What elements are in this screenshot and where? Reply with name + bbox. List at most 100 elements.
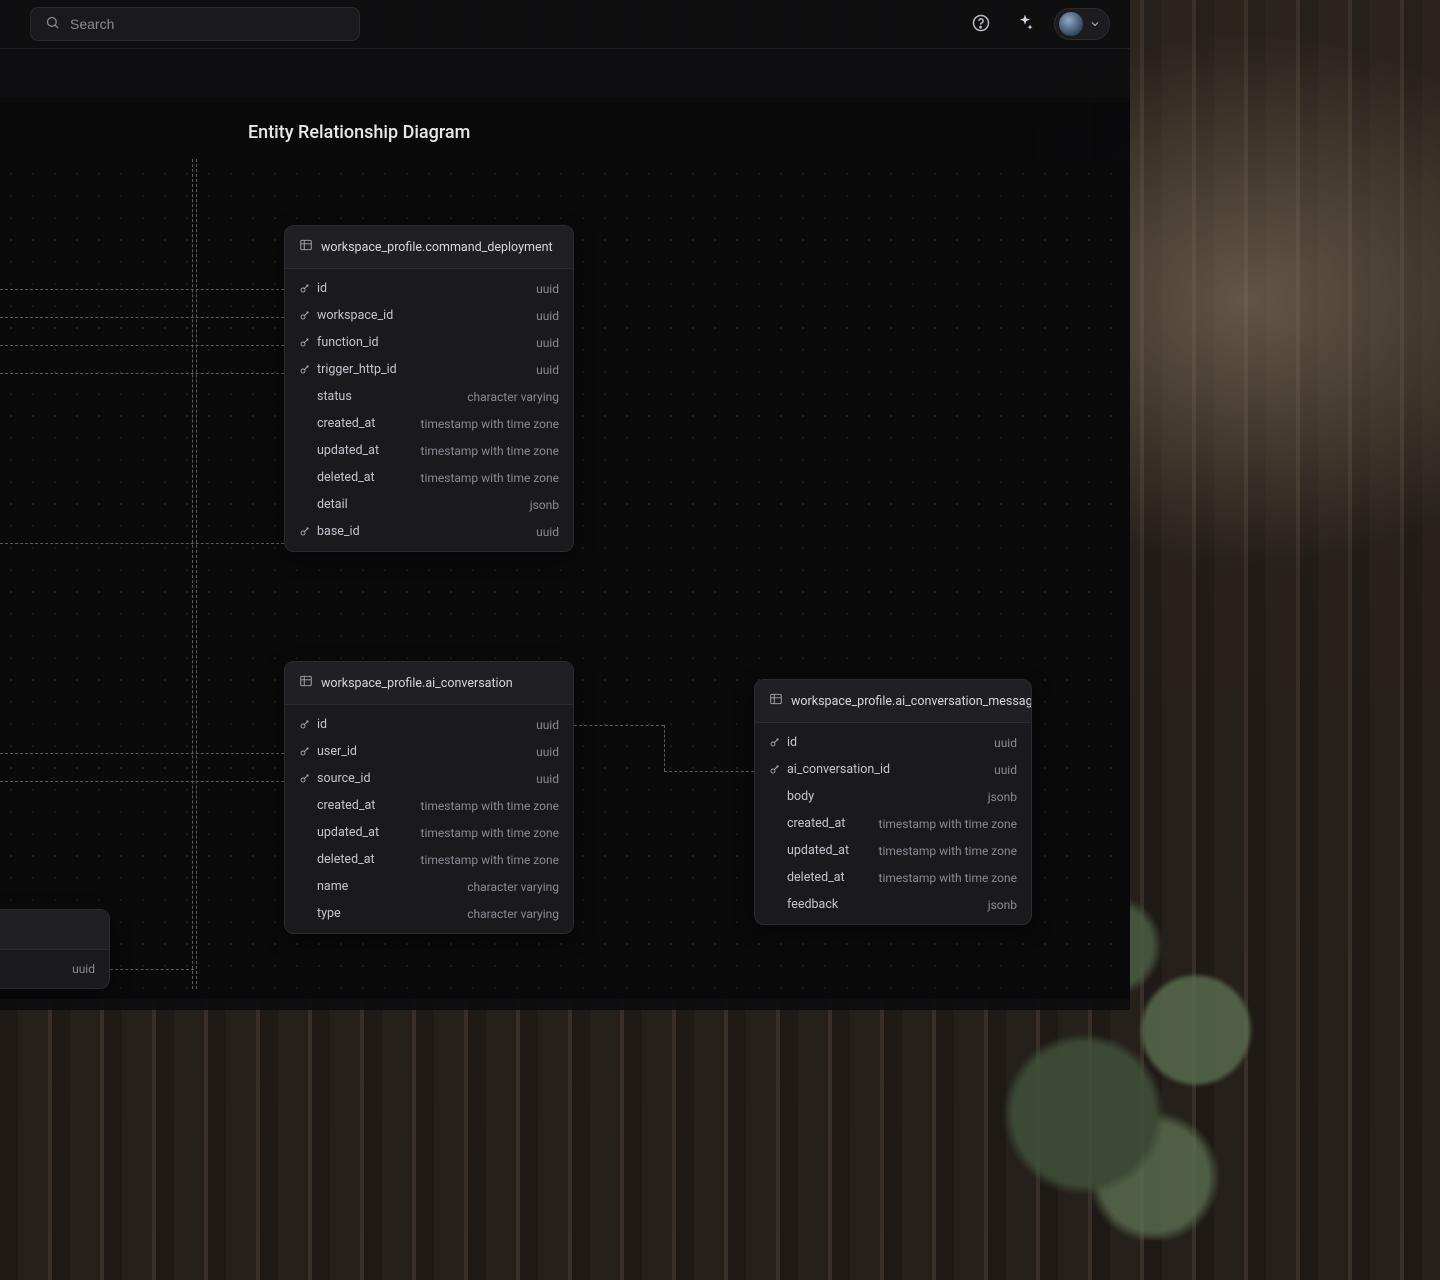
- appbar: [0, 0, 1130, 48]
- column-type: timestamp with time zone: [421, 444, 559, 458]
- column-name: function_id: [317, 335, 379, 350]
- key-icon: [299, 283, 317, 295]
- table-row: user_iduuid: [285, 738, 573, 765]
- relation-line: [0, 373, 284, 374]
- column-type: uuid: [536, 282, 559, 296]
- column-type: timestamp with time zone: [879, 844, 1017, 858]
- column-name: created_at: [787, 816, 845, 831]
- relation-guide-vertical-2: [196, 159, 197, 989]
- column-type: uuid: [536, 772, 559, 786]
- table-row: deleted_at timestamp with time zone: [755, 864, 1031, 891]
- entity-ai-conversation[interactable]: workspace_profile.ai_conversation iduuid…: [284, 661, 574, 934]
- entity-ai-conversation-message[interactable]: workspace_profile.ai_conversation_messag…: [754, 679, 1032, 925]
- column-type: character varying: [467, 880, 559, 894]
- column-type: uuid: [536, 309, 559, 323]
- table-row: feedback jsonb: [755, 891, 1031, 918]
- key-icon: [299, 310, 317, 322]
- column-type: uuid: [72, 962, 95, 976]
- account-menu[interactable]: [1054, 8, 1110, 40]
- table-row: body jsonb: [755, 783, 1031, 810]
- column-type: jsonb: [988, 790, 1017, 804]
- help-button[interactable]: [966, 9, 996, 39]
- column-type: jsonb: [988, 898, 1017, 912]
- column-name: updated_at: [317, 443, 379, 458]
- table-row: base_id uuid: [285, 518, 573, 545]
- table-row: deleted_attimestamp with time zone: [285, 464, 573, 491]
- table-row: created_at timestamp with time zone: [755, 810, 1031, 837]
- column-name: status: [317, 389, 352, 404]
- table-icon: [769, 692, 783, 710]
- column-name: user_id: [317, 744, 357, 759]
- ai-sparkle-button[interactable]: [1010, 9, 1040, 39]
- erd-canvas-wrap: workspace_profile.command_deployment id u…: [0, 159, 1130, 999]
- entity-header: workspace_profile.ai_conversation: [285, 662, 573, 705]
- column-name: ai_conversation_id: [787, 762, 890, 777]
- column-type: uuid: [994, 763, 1017, 777]
- table-row: id uuid: [285, 275, 573, 302]
- column-name: id: [317, 281, 327, 296]
- key-icon: [769, 764, 787, 776]
- table-row: uuid: [0, 956, 109, 982]
- search-input[interactable]: [70, 16, 345, 32]
- relation-line: [0, 753, 284, 754]
- column-name: source_id: [317, 771, 371, 786]
- search-input-wrap[interactable]: [30, 7, 360, 41]
- table-row: updated_attimestamp with time zone: [285, 819, 573, 846]
- column-type: timestamp with time zone: [879, 871, 1017, 885]
- relation-guide-vertical: [192, 159, 193, 989]
- table-icon: [299, 238, 313, 256]
- key-icon: [299, 746, 317, 758]
- column-type: timestamp with time zone: [421, 417, 559, 431]
- search-icon: [45, 15, 60, 34]
- column-name: feedback: [787, 897, 838, 912]
- key-icon: [299, 526, 317, 538]
- table-row: iduuid: [755, 729, 1031, 756]
- column-name: body: [787, 789, 814, 804]
- relation-line: [574, 725, 664, 726]
- column-name: created_at: [317, 416, 375, 431]
- table-row: iduuid: [285, 711, 573, 738]
- app-window: Entity Relationship Diagram: [0, 0, 1130, 1010]
- column-type: uuid: [536, 525, 559, 539]
- table-row: workspace_iduuid: [285, 302, 573, 329]
- column-type: timestamp with time zone: [879, 817, 1017, 831]
- chevron-down-icon: [1089, 15, 1101, 34]
- entity-name: workspace_profile.command_deployment: [321, 240, 553, 255]
- entity-name: workspace_profile.ai_conversation: [321, 676, 513, 691]
- avatar: [1059, 12, 1083, 36]
- table-row: source_id uuid: [285, 765, 573, 792]
- entity-partial-node[interactable]: _node uuid: [0, 909, 110, 989]
- column-type: uuid: [536, 336, 559, 350]
- column-type: timestamp with time zone: [421, 826, 559, 840]
- relation-line: [100, 969, 194, 970]
- entity-name: workspace_profile.ai_conversation_messag…: [791, 694, 1032, 709]
- page-title: Entity Relationship Diagram: [0, 98, 1130, 159]
- relation-line: [0, 317, 284, 318]
- relation-line: [0, 345, 284, 346]
- column-name: deleted_at: [317, 852, 375, 867]
- column-type: timestamp with time zone: [421, 853, 559, 867]
- entity-columns: uuid: [0, 950, 109, 988]
- entity-columns: iduuidworkspace_iduuidfunction_iduuidtri…: [285, 269, 573, 551]
- column-name: deleted_at: [787, 870, 845, 885]
- entity-command-deployment[interactable]: workspace_profile.command_deployment id u…: [284, 225, 574, 552]
- key-icon: [299, 337, 317, 349]
- column-name: deleted_at: [317, 470, 375, 485]
- secondary-bar: [0, 48, 1130, 98]
- entity-columns: iduuid ai_conversation_id uuid body jsonb cre…: [755, 723, 1031, 924]
- column-name: updated_at: [787, 843, 849, 858]
- column-name: id: [787, 735, 797, 750]
- column-name: created_at: [317, 798, 375, 813]
- column-name: name: [317, 879, 348, 894]
- table-row: typecharacter varying: [285, 900, 573, 927]
- entity-header: workspace_profile.ai_conversation_messag…: [755, 680, 1031, 723]
- column-name: base_id: [317, 524, 360, 539]
- entity-header: _node: [0, 910, 109, 950]
- key-icon: [769, 737, 787, 749]
- table-row: created_at timestamp with time zone: [285, 410, 573, 437]
- column-type: character varying: [467, 390, 559, 404]
- table-row: updated_at timestamp with time zone: [285, 437, 573, 464]
- table-icon: [299, 674, 313, 692]
- relation-line: [664, 725, 665, 771]
- erd-canvas[interactable]: workspace_profile.command_deployment id u…: [0, 159, 1130, 999]
